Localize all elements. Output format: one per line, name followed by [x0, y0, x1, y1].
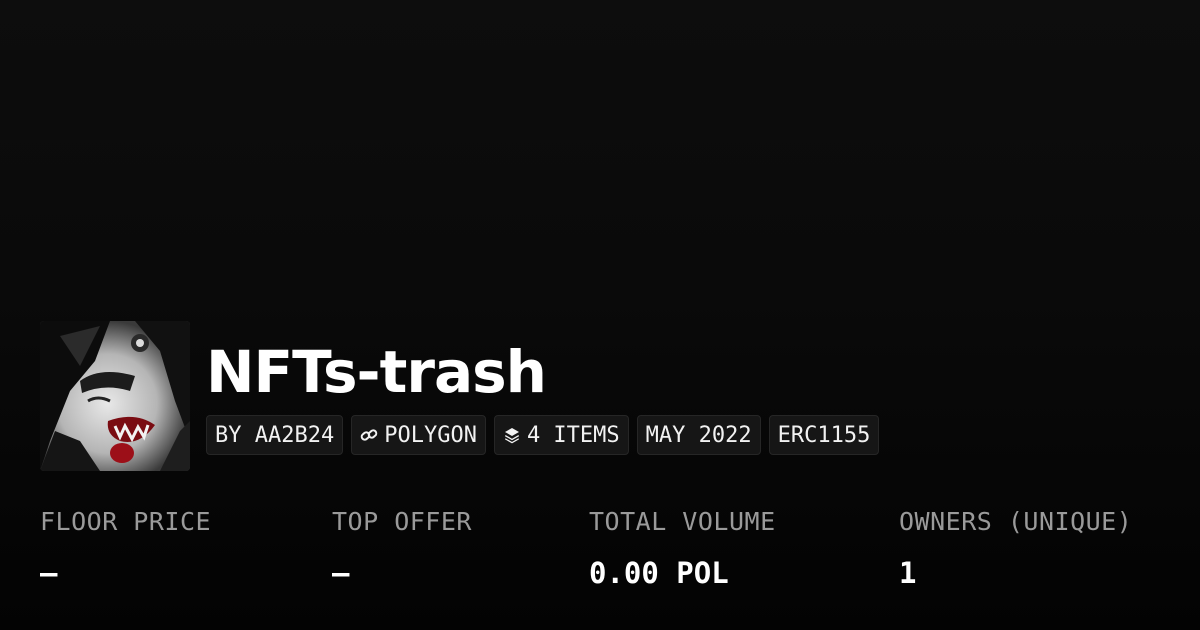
collection-card: NFTs-trash BY AA2B24 POLYGON 4 ITEMS MAY…	[0, 0, 1200, 630]
stat-label: OWNERS (UNIQUE)	[899, 507, 1133, 536]
standard-badge: ERC1155	[768, 415, 880, 455]
stat-label: TOTAL VOLUME	[589, 507, 776, 536]
chain-badge[interactable]: POLYGON	[351, 415, 486, 455]
creator-badge[interactable]: BY AA2B24	[206, 415, 344, 455]
layers-icon	[503, 426, 521, 444]
stat-total-volume: TOTAL VOLUME 0.00 POL	[589, 505, 776, 591]
stat-value: 0.00 POL	[589, 556, 729, 590]
stat-value: –	[40, 556, 58, 590]
stat-label: TOP OFFER	[332, 507, 472, 536]
items-label: 4 ITEMS	[526, 422, 620, 448]
link-icon	[360, 426, 378, 444]
creator-label: BY AA2B24	[215, 422, 335, 448]
stat-top-offer: TOP OFFER –	[332, 505, 472, 591]
collection-title: NFTs-trash	[206, 338, 547, 406]
date-badge: MAY 2022	[636, 415, 761, 455]
items-badge[interactable]: 4 ITEMS	[493, 415, 629, 455]
date-label: MAY 2022	[645, 422, 752, 448]
stat-label: FLOOR PRICE	[40, 507, 212, 536]
stat-value: 1	[899, 556, 917, 590]
chain-label: POLYGON	[384, 422, 477, 448]
collection-avatar	[40, 321, 190, 471]
stat-floor-price: FLOOR PRICE –	[40, 505, 211, 591]
collection-badges: BY AA2B24 POLYGON 4 ITEMS MAY 2022 ERC11…	[206, 415, 880, 455]
stat-owners: OWNERS (UNIQUE) 1	[899, 505, 1132, 591]
standard-label: ERC1155	[777, 422, 871, 448]
stat-value: –	[332, 556, 350, 590]
